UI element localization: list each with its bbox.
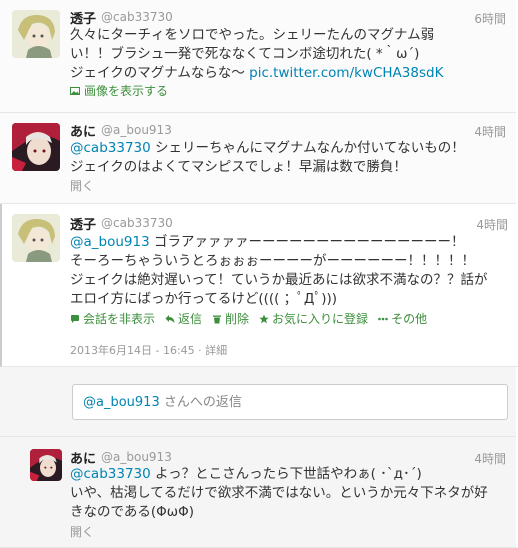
reply-button[interactable]: 返信 — [165, 310, 202, 327]
tweet-line: そーろーちゃういうとろぉぉぉーーーーがーーーーーー！！！！！ — [70, 253, 475, 269]
show-media-link[interactable]: 画像を表示する — [70, 82, 168, 99]
tweet-time[interactable]: 4時間 — [474, 123, 506, 140]
image-icon — [70, 86, 80, 95]
reply-label: 返信 — [178, 312, 203, 326]
tweet-line: ゴラアァァァァーーーーーーーーーーーーーーー！ — [149, 234, 465, 250]
tweet-line: 久々にターチィをソロでやった。シェリーたんのマグナム弱 — [70, 27, 435, 43]
reply-input[interactable]: @a_bou913 さんへの返信 — [72, 384, 508, 420]
delete-label: 削除 — [225, 312, 250, 326]
tweet-timestamp[interactable]: 2013年6月14日 - 16:45 — [70, 344, 195, 357]
avatar[interactable] — [12, 10, 60, 58]
mention-link[interactable]: @cab33730 — [70, 466, 151, 482]
tweet-line: きなのである(ΦωΦ) — [70, 504, 194, 520]
tweet-item[interactable]: 透子 @cab33730 6時間 久々にターチィをソロでやった。シェリーたんのマ… — [0, 0, 516, 113]
tweet-time[interactable]: 4時間 — [476, 216, 508, 233]
details-link[interactable]: 詳細 — [205, 344, 227, 357]
author-handle[interactable]: @a_bou913 — [101, 123, 172, 137]
tweet-line: シェリーちゃんにマグナムなんか付いてないもの！ — [150, 140, 465, 156]
tweet-actions: 会話を非表示 返信 削除 お気に入りに登録 その他 — [70, 310, 427, 327]
author-name[interactable]: あに — [70, 121, 96, 140]
avatar[interactable] — [30, 449, 62, 481]
author-name[interactable]: 透子 — [70, 8, 96, 27]
media-link[interactable]: pic.twitter.com/kwCHA38sdK — [249, 65, 443, 81]
hide-conversation-button[interactable]: 会話を非表示 — [70, 310, 155, 327]
author-handle[interactable]: @cab33730 — [101, 10, 173, 24]
tweet-line: ジェイクのマグナムならな〜 — [70, 65, 250, 81]
show-media-label: 画像を表示する — [84, 84, 169, 98]
tweet-item-expanded[interactable]: 透子 @cab33730 4時間 @a_bou913 ゴラアァァァァーーーーーー… — [0, 204, 518, 367]
tweet-time[interactable]: 6時間 — [474, 10, 506, 27]
more-dots-icon — [378, 317, 388, 320]
reply-arrow-icon — [165, 314, 175, 323]
author-name[interactable]: 透子 — [70, 214, 96, 233]
mention-link[interactable]: @a_bou913 — [70, 234, 150, 250]
author-handle[interactable]: @a_bou913 — [101, 450, 172, 464]
timeline: 透子 @cab33730 6時間 久々にターチィをソロでやった。シェリーたんのマ… — [0, 0, 518, 548]
favorite-label: お気に入りに登録 — [272, 312, 369, 326]
speech-bubble-icon — [71, 314, 79, 323]
reply-placeholder: さんへの返信 — [159, 395, 242, 410]
tweet-text: @cab33730 よっ？とこさんったら下世話やわぁ( ･`д･´) いや、枯渇… — [70, 465, 488, 522]
tweet-line: よっ？とこさんったら下世話やわぁ( ･`д･´) — [150, 466, 422, 482]
delete-button[interactable]: 削除 — [212, 310, 249, 327]
trash-icon — [213, 315, 222, 323]
tweet-item[interactable]: あに @a_bou913 4時間 @cab33730 よっ？とこさんったら下世話… — [0, 437, 516, 548]
tweet-text: @a_bou913 ゴラアァァァァーーーーーーーーーーーーーーー！ そーろーちゃ… — [70, 233, 488, 309]
hide-conversation-label: 会話を非表示 — [83, 312, 156, 326]
avatar[interactable] — [12, 123, 60, 171]
reply-mention: @a_bou913 — [83, 395, 160, 410]
tweet-item[interactable]: あに @a_bou913 4時間 @cab33730 シェリーちゃんにマグナムな… — [0, 113, 516, 204]
favorite-button[interactable]: お気に入りに登録 — [259, 310, 368, 327]
author-handle[interactable]: @cab33730 — [101, 216, 173, 230]
more-label: その他 — [391, 312, 428, 326]
tweet-text: @cab33730 シェリーちゃんにマグナムなんか付いてないもの！ ジェイクのは… — [70, 139, 465, 177]
star-icon — [259, 314, 269, 323]
tweet-line: ジェイクは絶対遅いって！ていうか最近あには欲求不満なの？？話が — [70, 272, 488, 288]
more-button[interactable]: その他 — [378, 310, 427, 327]
tweet-text: 久々にターチィをソロでやった。シェリーたんのマグナム弱 い！！ブラシュ一発で死な… — [70, 26, 443, 83]
tweet-line: ジェイクのはよくてマシピスでしょ！早漏は数で勝負！ — [70, 159, 407, 175]
tweet-line: い！！ブラシュ一発で死ななくてコンボ途切れた( *｀ω´) — [70, 46, 420, 62]
tweet-timestamp-row: 2013年6月14日 - 16:45 · 詳細 — [70, 342, 227, 358]
tweet-line: いや、枯渇してるだけで欲求不満ではない。というか元々下ネタが好 — [70, 485, 488, 501]
avatar[interactable] — [12, 214, 60, 262]
tweet-line: エロイ方にばっか行ってるけど(((( ；ﾟДﾟ))) — [70, 291, 338, 307]
mention-link[interactable]: @cab33730 — [70, 140, 151, 156]
expand-link[interactable]: 開く — [70, 523, 94, 540]
expand-link[interactable]: 開く — [70, 177, 94, 194]
